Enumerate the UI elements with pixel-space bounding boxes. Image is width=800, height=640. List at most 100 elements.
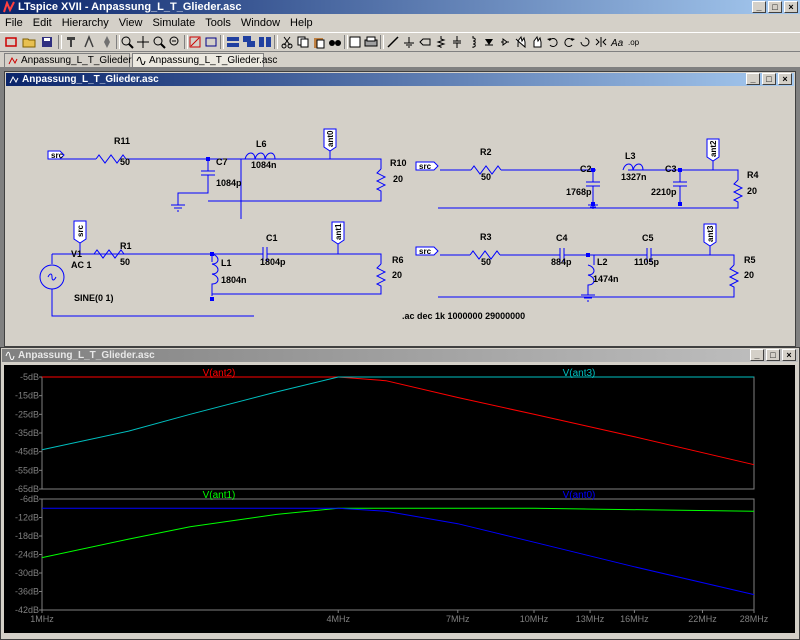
waveform-plot-area[interactable]: -5dB -15dB -25dB -35dB -45dB -55dB -65dB V(ant2… (4, 365, 795, 633)
print-preview-icon[interactable] (348, 35, 362, 49)
zoom-in-icon[interactable] (120, 35, 134, 49)
menu-tools[interactable]: Tools (200, 17, 236, 29)
copy-icon[interactable] (296, 35, 310, 49)
r1-value: 50 (120, 257, 131, 267)
undo-icon[interactable] (546, 35, 560, 49)
schematic-close-button[interactable]: × (778, 73, 792, 85)
ltspice-logo-icon (3, 1, 15, 13)
diode-icon[interactable] (482, 35, 496, 49)
open-schematic-icon[interactable] (4, 35, 18, 49)
svg-text:Aa: Aa (610, 38, 624, 49)
wire-icon[interactable] (386, 35, 400, 49)
trace-vant3 (41, 376, 754, 451)
cascade-icon[interactable] (242, 35, 256, 49)
find-icon[interactable] (328, 35, 342, 49)
waveform-close-button[interactable]: × (782, 349, 796, 361)
open-file-icon[interactable] (22, 35, 36, 49)
maximize-button[interactable]: □ (768, 1, 782, 13)
redo-icon[interactable] (562, 35, 576, 49)
capacitor-icon[interactable] (450, 35, 464, 49)
zoom-out-icon[interactable] (152, 35, 166, 49)
drag-icon[interactable] (530, 35, 544, 49)
tile-horizontal-icon[interactable] (226, 35, 240, 49)
y-tick-label: -55dB (15, 465, 39, 475)
c2-value: 1768p (566, 187, 592, 197)
minimize-button[interactable]: _ (752, 1, 766, 13)
x-tick-label: 10MHz (520, 614, 549, 624)
menu-hierarchy[interactable]: Hierarchy (57, 17, 114, 29)
r11-name: R11 (114, 136, 131, 146)
halt-icon[interactable] (100, 35, 114, 49)
ant0-flag-label: ant0 (326, 130, 335, 147)
waveform-minimize-button[interactable]: _ (750, 349, 764, 361)
y-tick-label: -18dB (15, 531, 39, 541)
y-tick-label: -35dB (15, 428, 39, 438)
y-tick-label: -5dB (20, 372, 39, 382)
tab-waveform[interactable]: Anpassung_L_T_Glieder.asc (132, 53, 277, 67)
y-tick-label: -30dB (15, 568, 39, 578)
l1-value: 1804n (221, 275, 247, 285)
schematic-maximize-button[interactable]: □ (762, 73, 776, 85)
waveform-window: Anpassung_L_T_Glieder.asc _ □ × -5dB -15d… (0, 347, 800, 640)
ground-icon[interactable] (402, 35, 416, 49)
r11-value: 50 (120, 157, 131, 167)
r4-value: 20 (747, 186, 758, 196)
pan-icon[interactable] (136, 35, 150, 49)
y-tick-label: -25dB (15, 409, 39, 419)
menu-edit[interactable]: Edit (28, 17, 57, 29)
r1-name: R1 (120, 241, 132, 251)
l6-value: 1084n (251, 160, 277, 170)
component-icon[interactable] (498, 35, 512, 49)
junction-dot (586, 253, 590, 257)
svg-text:.op: .op (628, 38, 640, 47)
c3-value: 2210p (651, 187, 677, 197)
menu-view[interactable]: View (114, 17, 148, 29)
tile-vertical-icon[interactable] (258, 35, 272, 49)
cut-icon[interactable] (280, 35, 294, 49)
rotate-icon[interactable] (578, 35, 592, 49)
src-flag-label: src (51, 151, 64, 160)
menu-help[interactable]: Help (285, 17, 318, 29)
r2-name: R2 (480, 147, 492, 157)
trace-vant1 (41, 507, 755, 559)
plot-pane-frame (41, 498, 755, 611)
cursor-icon[interactable] (204, 35, 218, 49)
junction-dot (206, 157, 210, 161)
menu-window[interactable]: Window (236, 17, 285, 29)
close-button[interactable]: × (784, 1, 798, 13)
paste-icon[interactable] (312, 35, 326, 49)
print-icon[interactable] (364, 35, 378, 49)
y-tick-label: -65dB (15, 484, 39, 494)
save-icon[interactable] (40, 35, 54, 49)
menu-simulate[interactable]: Simulate (147, 17, 200, 29)
schematic-canvas[interactable]: src src src src ant0 ant1 ant2 ant3 R11 … (8, 89, 794, 345)
run-icon[interactable] (82, 35, 96, 49)
waveform-maximize-button[interactable]: □ (766, 349, 780, 361)
x-tick-label: 28MHz (740, 614, 769, 624)
junction-dot (678, 202, 682, 206)
move-icon[interactable] (514, 35, 528, 49)
zoom-fit-icon[interactable] (168, 35, 182, 49)
resistor-icon[interactable] (434, 35, 448, 49)
c7-name: C7 (216, 157, 228, 167)
mirror-icon[interactable] (594, 35, 608, 49)
waveform-window-title: Anpassung_L_T_Glieder.asc (18, 350, 155, 361)
autorange-icon[interactable] (188, 35, 202, 49)
tab-schematic[interactable]: Anpassung_L_T_Glieder.asc (4, 53, 149, 67)
text-icon[interactable]: Aa (610, 35, 624, 49)
c1-name: C1 (266, 233, 278, 243)
schematic-window: Anpassung_L_T_Glieder.asc _ □ × src src … (4, 71, 796, 347)
src-flag-label: src (419, 162, 432, 171)
r5-value: 20 (744, 270, 755, 280)
menu-file[interactable]: File (0, 17, 28, 29)
trace-vant0 (42, 507, 755, 596)
spice-directive-icon[interactable]: .op (628, 35, 642, 49)
schematic-minimize-button[interactable]: _ (746, 73, 760, 85)
c5-value: 1105p (634, 257, 660, 267)
src-flag-label: src (76, 224, 85, 237)
inductor-icon[interactable] (466, 35, 480, 49)
label-icon[interactable] (418, 35, 432, 49)
r10-value: 20 (393, 174, 404, 184)
control-panel-icon[interactable] (64, 35, 78, 49)
spice-directive[interactable]: .ac dec 1k 1000000 29000000 (402, 311, 525, 321)
